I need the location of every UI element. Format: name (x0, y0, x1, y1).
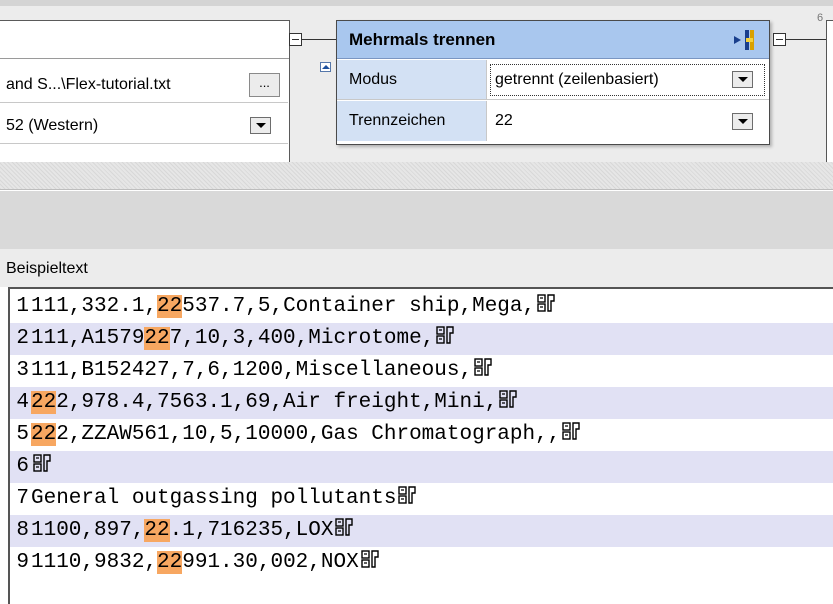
line-break-icon (497, 388, 521, 410)
line-text: 111,A1579 (31, 327, 145, 350)
sample-line: 5222,ZZAW561,10,5,10000,Gas Chromatograp… (10, 419, 833, 451)
pane-splitter[interactable] (0, 162, 833, 190)
line-text: 2,ZZAW561,10,5,10000,Gas Chromatograph,, (56, 423, 561, 446)
encoding-row: 52 (Western) (0, 109, 288, 144)
line-text: .1,716235,LOX (169, 519, 334, 542)
line-number: 9 (16, 551, 29, 574)
line-number: 1 (16, 295, 29, 318)
line-text: 537.7,5,Container ship,Mega, (182, 295, 536, 318)
encoding-dropdown-arrow[interactable] (250, 117, 271, 134)
sample-text-header: Beispieltext (0, 249, 833, 287)
sample-text-area[interactable]: 1111,332.1,22537.7,5,Container ship,Mega… (8, 287, 833, 604)
mode-dropdown-arrow[interactable] (732, 71, 753, 88)
line-text: 991.30,002,NOX (182, 551, 359, 574)
line-break-icon (359, 548, 383, 570)
file-path-value: and S...\Flex-tutorial.txt (6, 76, 171, 93)
collapse-up-icon[interactable] (320, 62, 331, 72)
sample-line: 6 (10, 451, 833, 483)
text-file-component[interactable]: and S...\Flex-tutorial.txt ... 52 (Weste… (0, 20, 290, 162)
sample-line: 1111,332.1,22537.7,5,Container ship,Mega… (10, 291, 833, 323)
sample-line: 91110,9832,22991.30,002,NOX (10, 547, 833, 579)
browse-button[interactable]: ... (249, 73, 280, 97)
output-connector[interactable] (289, 33, 302, 46)
line-text: 7,10,3,400,Microtome, (169, 327, 435, 350)
output-connector-right[interactable] (773, 33, 786, 46)
line-text: General outgassing pollutants (31, 487, 397, 510)
line-number: 8 (16, 519, 29, 542)
line-text: 111,B152427,7,6,1200,Miscellaneous, (31, 359, 473, 382)
mode-row: Modus getrennt (zeilenbasiert) (337, 60, 769, 100)
mode-focus-ring (490, 64, 765, 96)
connector-line (302, 39, 336, 40)
line-break-icon (535, 292, 559, 314)
line-break-icon (472, 356, 496, 378)
line-break-icon (333, 516, 357, 538)
split-component-icon (734, 30, 754, 50)
line-text: 1110,9832, (31, 551, 158, 574)
split-many-title: Mehrmals trennen (349, 30, 496, 49)
delimiter-match: 22 (144, 519, 170, 542)
split-many-component[interactable]: Mehrmals trennen Modus getrennt (zeilenb… (336, 20, 770, 145)
mode-label: Modus (337, 60, 487, 99)
line-number: 6 (16, 455, 29, 478)
line-text: 2,978.4,7563.1,69,Air freight,Mini, (56, 391, 498, 414)
sample-line: 2111,A1579227,10,3,400,Microtome, (10, 323, 833, 355)
delimiter-row: Trennzeichen 22 (337, 101, 769, 141)
next-component-edge (826, 20, 833, 162)
line-text: 1100,897, (31, 519, 145, 542)
sample-line: 3111,B152427,7,6,1200,Miscellaneous, (10, 355, 833, 387)
mapping-canvas: and S...\Flex-tutorial.txt ... 52 (Weste… (0, 0, 833, 162)
line-break-icon (560, 420, 584, 442)
sample-line: 4222,978.4,7563.1,69,Air freight,Mini, (10, 387, 833, 419)
delimiter-match: 22 (31, 391, 57, 414)
line-break-icon (396, 484, 420, 506)
canvas-top-edge (0, 0, 833, 6)
delimiter-match: 22 (144, 327, 170, 350)
delimiter-value: 22 (495, 112, 513, 129)
encoding-value: 52 (Western) (6, 117, 99, 134)
line-number: 7 (16, 487, 29, 510)
split-many-header: Mehrmals trennen (337, 21, 769, 59)
delimiter-dropdown-arrow[interactable] (732, 113, 753, 130)
delimiter-select[interactable]: 22 (487, 101, 769, 141)
delimiter-match: 22 (157, 551, 183, 574)
delimiter-match: 22 (31, 423, 57, 446)
line-text: 111,332.1, (31, 295, 158, 318)
page-number: 6 (817, 12, 824, 24)
line-number: 2 (16, 327, 29, 350)
delimiter-label: Trennzeichen (337, 101, 487, 141)
delimiter-match: 22 (157, 295, 183, 318)
sample-line: 7General outgassing pollutants (10, 483, 833, 515)
connector-line-right (786, 39, 826, 40)
gray-band (0, 191, 833, 249)
line-number: 4 (16, 391, 29, 414)
sample-text-label: Beispieltext (6, 260, 88, 277)
line-number: 5 (16, 423, 29, 446)
line-number: 3 (16, 359, 29, 382)
line-break-icon (31, 452, 55, 474)
file-path-row: and S...\Flex-tutorial.txt ... (0, 68, 288, 103)
line-break-icon (434, 324, 458, 346)
text-file-component-header (0, 21, 289, 59)
sample-line: 81100,897,22.1,716235,LOX (10, 515, 833, 547)
